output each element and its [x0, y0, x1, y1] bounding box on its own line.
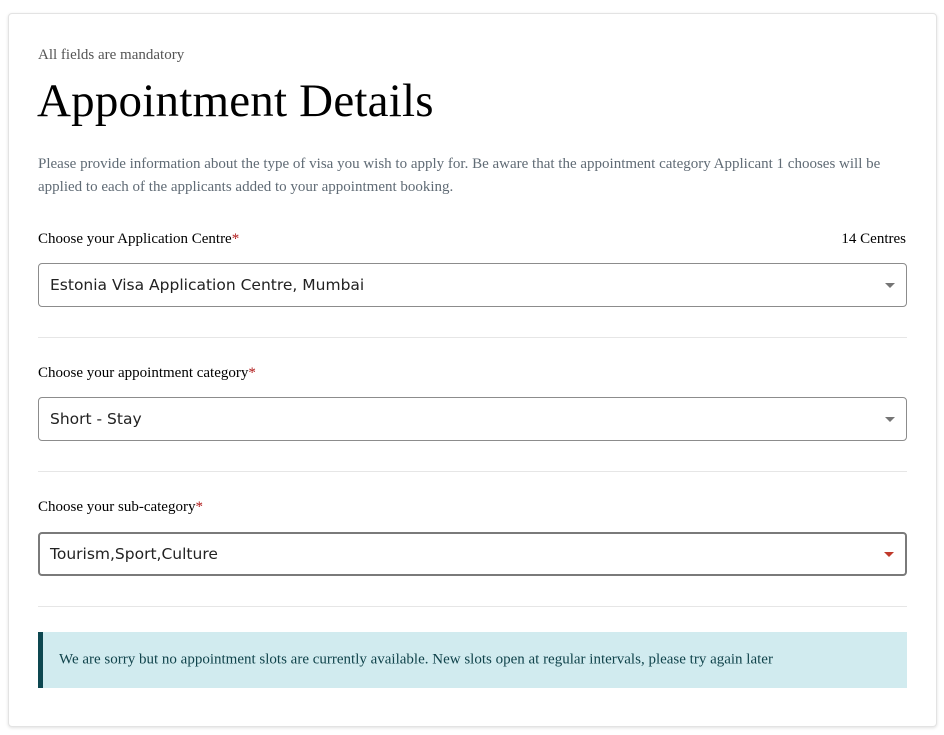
page-title: Appointment Details	[37, 75, 434, 127]
required-marker: *	[231, 231, 240, 247]
category-label-text: Choose your appointment category	[38, 365, 249, 381]
subcategory-label-text: Choose your sub-category	[38, 499, 196, 515]
divider	[38, 606, 907, 607]
caret-down-icon	[885, 283, 895, 288]
required-marker: *	[195, 499, 203, 515]
caret-down-icon	[884, 552, 894, 557]
sub-category-value: Tourism,Sport,Culture	[50, 545, 218, 563]
required-marker: *	[248, 365, 256, 381]
subcategory-label: Choose your sub-category*	[38, 499, 203, 516]
divider	[38, 337, 907, 338]
appointment-details-card: All fields are mandatory Appointment Det…	[8, 13, 937, 727]
sub-category-select[interactable]: Tourism,Sport,Culture	[38, 532, 907, 576]
centre-label-text: Choose your Application Centre	[38, 231, 232, 247]
application-centre-value: Estonia Visa Application Centre, Mumbai	[50, 276, 365, 294]
no-slots-alert: We are sorry but no appointment slots ar…	[38, 632, 907, 688]
intro-text: Please provide information about the typ…	[38, 156, 881, 195]
appointment-category-value: Short - Stay	[50, 410, 142, 428]
mandatory-note: All fields are mandatory	[38, 47, 185, 63]
appointment-category-select[interactable]: Short - Stay	[38, 397, 907, 441]
category-label: Choose your appointment category*	[38, 365, 256, 382]
divider	[38, 471, 907, 472]
centre-count: 14 Centres	[841, 231, 906, 247]
centre-label: Choose your Application Centre*	[38, 231, 239, 248]
application-centre-select[interactable]: Estonia Visa Application Centre, Mumbai	[38, 263, 907, 307]
caret-down-icon	[885, 417, 895, 422]
alert-message: We are sorry but no appointment slots ar…	[59, 651, 773, 668]
